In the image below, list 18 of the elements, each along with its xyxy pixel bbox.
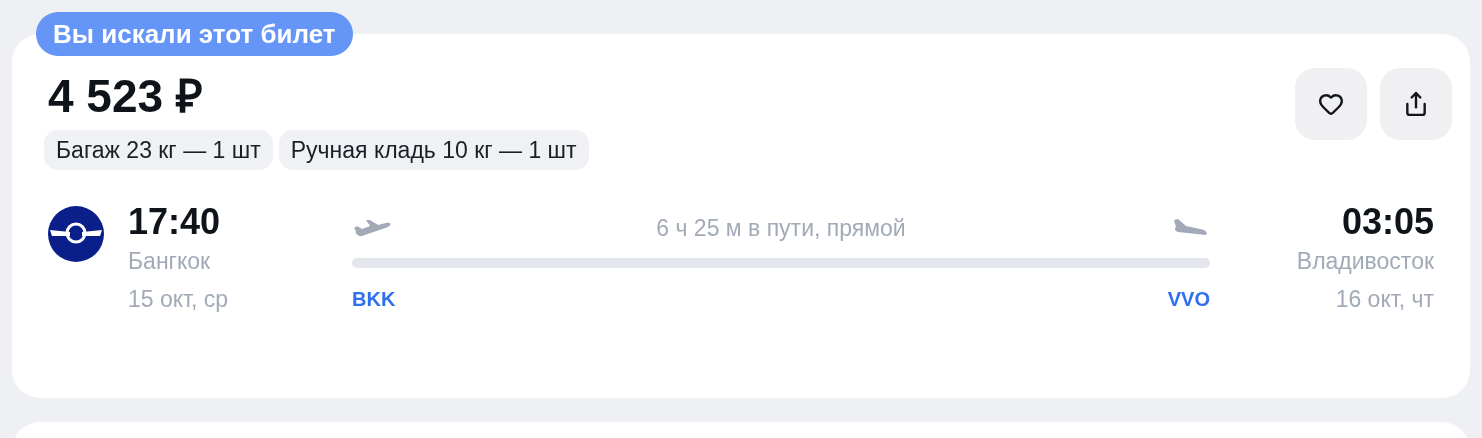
search-badge: Вы искали этот билет (36, 12, 353, 56)
arrival-airport-code: VVO (1167, 287, 1210, 312)
airline-logo (48, 206, 104, 262)
departure-date: 15 окт, ср (128, 285, 230, 314)
heart-icon (1318, 91, 1344, 117)
arrival-city: Владивосток (1296, 247, 1434, 276)
departure-city: Бангкок (128, 247, 212, 276)
favorite-button[interactable] (1295, 68, 1367, 140)
arrival-date: 16 окт, чт (1335, 285, 1434, 314)
departure-airport-code: BKK (352, 287, 396, 312)
share-icon (1403, 91, 1429, 117)
baggage-chip: Багаж 23 кг — 1 шт (44, 130, 273, 170)
price: 4 523 ₽ (48, 69, 204, 124)
arrival-time: 03:05 (1341, 200, 1434, 244)
departure-time: 17:40 (128, 200, 222, 244)
baggage-chip: Ручная кладь 10 кг — 1 шт (278, 130, 589, 170)
flight-duration: 6 ч 25 м в пути, прямой (656, 213, 906, 243)
share-button[interactable] (1380, 68, 1452, 140)
